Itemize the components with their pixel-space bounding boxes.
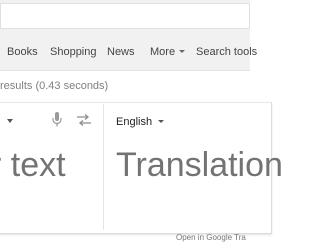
- source-text-input[interactable]: r text: [0, 148, 66, 182]
- search-nav: Books Shopping News More Search tools: [0, 34, 257, 71]
- nav-books[interactable]: Books: [7, 46, 38, 58]
- chevron-down-icon: [158, 120, 165, 123]
- chevron-down-icon[interactable]: [7, 119, 13, 123]
- nav-shopping[interactable]: Shopping: [50, 46, 97, 58]
- nav-search-tools[interactable]: Search tools: [196, 46, 257, 58]
- column-divider: [103, 104, 104, 230]
- target-language-select[interactable]: English: [116, 116, 165, 128]
- swap-languages-icon[interactable]: [76, 114, 92, 126]
- translation-output: Translation: [116, 146, 283, 184]
- nav-news[interactable]: News: [107, 46, 135, 58]
- search-input[interactable]: [0, 3, 250, 29]
- nav-more-label: More: [150, 46, 176, 58]
- microphone-icon[interactable]: [52, 112, 62, 128]
- open-in-google-translate-link[interactable]: Open in Google Tra: [176, 233, 246, 242]
- chevron-down-icon: [179, 50, 186, 53]
- results-stats: results (0.43 seconds): [0, 80, 109, 92]
- target-language-label: English: [116, 116, 153, 128]
- browser-top-bar: [0, 0, 250, 35]
- nav-more[interactable]: More: [150, 46, 186, 58]
